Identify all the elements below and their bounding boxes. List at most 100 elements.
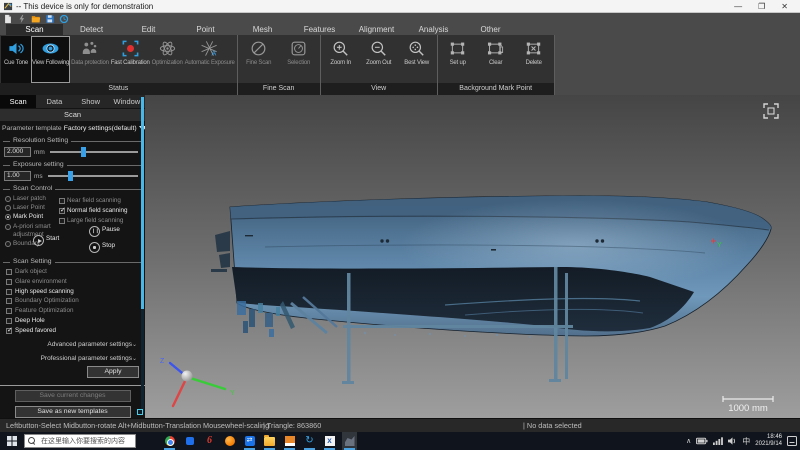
exposure-slider[interactable] (46, 171, 140, 181)
data-protection-button[interactable]: Data protection (70, 36, 110, 83)
tab-scan[interactable]: Scan (6, 24, 63, 35)
radio-mark-point[interactable]: Mark Point (5, 213, 43, 221)
resolution-slider[interactable] (48, 147, 140, 157)
check-high-speed-scanning[interactable]: High speed scanning (6, 288, 141, 295)
delete-button[interactable]: Delete (515, 36, 553, 83)
chrome-icon[interactable] (162, 432, 177, 450)
left-panel: Scan Data Show Window Scan Parameter tem… (0, 95, 145, 418)
save-current-changes-button[interactable]: Save current changes (15, 390, 131, 402)
new-file-icon[interactable] (3, 14, 13, 24)
battery-icon[interactable] (696, 437, 708, 445)
tab-features[interactable]: Features (291, 24, 348, 35)
svg-text:A: A (212, 50, 217, 58)
start-button[interactable]: Start (33, 235, 59, 246)
boat-scan-mesh (211, 196, 771, 336)
dial-square-icon (289, 39, 308, 58)
tab-detect[interactable]: Detect (63, 24, 120, 35)
resolution-setting-group: Resolution Setting 2.000 mm (3, 141, 141, 158)
scan-setting-group: Scan Setting Dark object Glare environme… (3, 262, 141, 334)
check-near-field[interactable]: Near field scanning (59, 197, 121, 205)
mouse-hint-text: Leftbutton-Select Midbutton-rotate Alt+M… (6, 419, 269, 433)
recent-icon[interactable] (59, 14, 69, 24)
fine-scan-button[interactable]: Fine Scan (239, 36, 279, 83)
notes-app-icon[interactable] (282, 432, 297, 450)
exposure-unit: ms (34, 173, 43, 180)
apply-button[interactable]: Apply (87, 366, 139, 378)
network-icon[interactable] (713, 437, 723, 445)
check-normal-field[interactable]: Normal field scanning (59, 207, 128, 215)
save-icon[interactable] (45, 14, 55, 24)
optimization-button[interactable]: Optimization (151, 36, 184, 83)
check-glare-environment[interactable]: Glare environment (6, 278, 141, 285)
view-following-button[interactable]: View Following (31, 36, 70, 83)
automatic-exposure-button[interactable]: A Automatic Exposure (184, 36, 236, 83)
red-app-icon[interactable]: 6 (202, 432, 217, 450)
tray-expand-icon[interactable]: ∧ (686, 437, 691, 445)
tab-alignment[interactable]: Alignment (348, 24, 405, 35)
start-button[interactable] (0, 432, 24, 450)
tab-analysis[interactable]: Analysis (405, 24, 462, 35)
save-as-new-templates-button[interactable]: Save as new templates (15, 406, 131, 418)
stop-button[interactable]: Stop (89, 242, 115, 253)
panel-scrollbar[interactable] (141, 97, 144, 413)
setup-button[interactable]: Set up (439, 36, 477, 83)
fullscreen-icon[interactable] (764, 104, 778, 118)
open-folder-icon[interactable] (31, 14, 41, 24)
radio-laser-patch[interactable]: Laser patch (5, 195, 46, 203)
clear-button[interactable]: Clear (477, 36, 515, 83)
windows-taskbar: 6 ⇄ ↻ x ∧ 中 18:46 2021/9/14 (0, 432, 800, 450)
zoom-out-button[interactable]: Zoom Out (360, 36, 398, 83)
tab-other[interactable]: Other (462, 24, 519, 35)
maximize-button[interactable]: ❐ (758, 0, 765, 13)
exposure-input[interactable]: 1.00 (4, 171, 31, 181)
check-speed-favored[interactable]: Speed favored (6, 327, 141, 334)
titlebar: -- This device is only for demonstration… (0, 0, 800, 13)
panel-tab-show[interactable]: Show (73, 95, 109, 108)
pause-button[interactable]: Pause (89, 226, 120, 237)
tab-point[interactable]: Point (177, 24, 234, 35)
check-deep-hole[interactable]: Deep Hole (6, 317, 141, 324)
check-feature-optimization[interactable]: Feature Optimization (6, 307, 141, 314)
tab-edit[interactable]: Edit (120, 24, 177, 35)
close-button[interactable]: ✕ (781, 0, 788, 13)
radio-laser-point[interactable]: Laser Point (5, 204, 45, 212)
best-view-button[interactable]: Best View (398, 36, 436, 83)
check-large-field[interactable]: Large field scanning (59, 217, 123, 225)
expand-arrow-icon: ⌄ (132, 342, 137, 348)
teamviewer-icon[interactable]: ⇄ (242, 432, 257, 450)
volume-icon[interactable] (728, 437, 737, 445)
fast-calibration-button[interactable]: Fast Calibration (110, 36, 151, 83)
scanner-app-icon[interactable] (342, 432, 357, 450)
spreadsheet-app-icon[interactable]: x (322, 432, 337, 450)
lightning-icon[interactable] (17, 14, 27, 24)
play-icon (33, 235, 44, 246)
resolution-input[interactable]: 2.000 (4, 147, 31, 157)
advanced-parameter-link[interactable]: Advanced parameter settings⌄ (0, 341, 145, 348)
zoom-in-button[interactable]: Zoom In (322, 36, 360, 83)
parameter-template-dropdown[interactable]: Factory settings(default) (64, 125, 145, 132)
minimize-button[interactable]: — (734, 0, 742, 13)
blue-app-icon[interactable] (182, 432, 197, 450)
ime-indicator[interactable]: 中 (742, 436, 750, 447)
panel-tab-data[interactable]: Data (36, 95, 72, 108)
panel-tab-scan[interactable]: Scan (0, 95, 36, 108)
file-explorer-icon[interactable] (262, 432, 277, 450)
tab-mesh[interactable]: Mesh (234, 24, 291, 35)
taskbar-search-box[interactable] (24, 434, 136, 448)
search-input[interactable] (39, 437, 132, 446)
orange-app-icon[interactable] (222, 432, 237, 450)
professional-parameter-link[interactable]: Professional parameter settings⌄ (0, 355, 145, 362)
check-boundary-optimization[interactable]: Boundary Optimization (6, 297, 141, 304)
action-center-icon[interactable] (787, 436, 797, 446)
3d-viewport[interactable]: Y Z Y 1000 mm (145, 95, 800, 418)
cue-tone-button[interactable]: Cue Tone (1, 36, 31, 83)
zoom-out-icon (369, 39, 388, 58)
taskbar-clock[interactable]: 18:46 2021/9/14 (755, 434, 782, 448)
check-dark-object[interactable]: Dark object (6, 268, 141, 275)
panel-tab-window[interactable]: Window (109, 95, 145, 108)
pause-icon (89, 226, 100, 237)
sync-app-icon[interactable]: ↻ (302, 432, 317, 450)
ribbon-group-view: Zoom In Zoom Out Best View View (321, 35, 438, 95)
selection-button[interactable]: Selection (279, 36, 319, 83)
panel-resize-corner[interactable] (137, 409, 143, 415)
